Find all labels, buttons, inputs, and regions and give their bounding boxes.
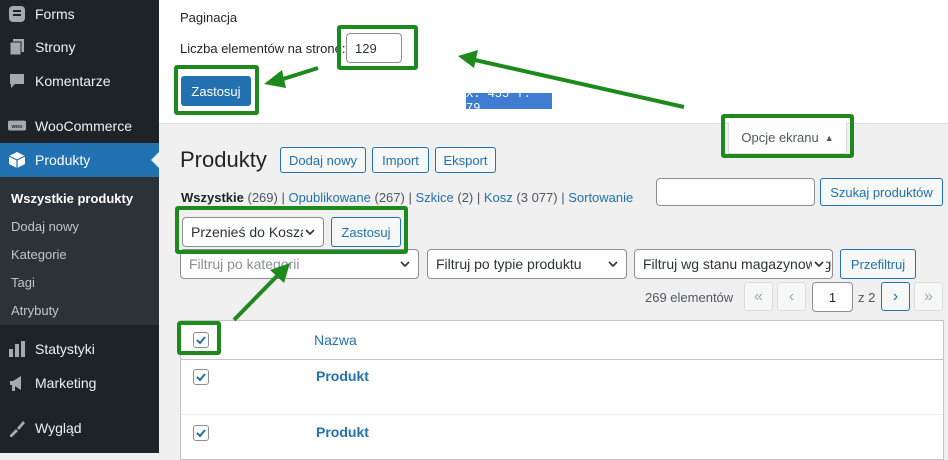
annotation-arrows	[232, 50, 685, 322]
